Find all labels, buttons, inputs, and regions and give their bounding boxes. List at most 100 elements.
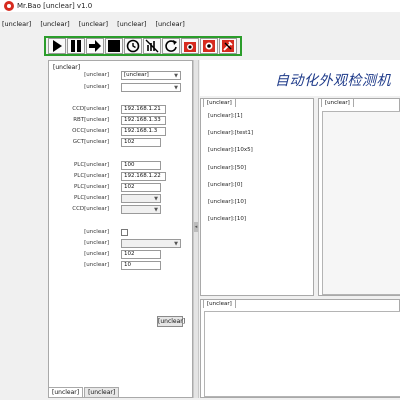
order-line: [unclear]:[1] [208,113,243,119]
record-icon [203,40,215,52]
menu-bar: [unclear] [unclear] [unclear] [unclear] … [0,18,400,29]
home-button[interactable] [124,38,142,54]
tab-settings[interactable]: [unclear] [48,387,84,398]
plc-port-row: PLC[unclear] 102 [49,183,194,192]
test-mode-row: [unclear] [49,228,194,237]
camera-icon [184,42,196,52]
server-address-select[interactable]: ▼ [121,239,181,248]
left-bottom-tabs: [unclear] [unclear] [48,387,120,398]
ccd-ip-field[interactable]: 192.168.1.21 [121,105,166,114]
clock-reset-icon [126,39,140,53]
apply-button[interactable]: [unclear] [157,316,185,327]
tab-status[interactable]: [unclear] [84,387,120,398]
plc-mode-row: PLC[unclear] ▼ [49,194,194,203]
timeout-label: [unclear] [84,262,109,268]
main-toolbar [44,36,242,56]
test-mode-checkbox[interactable] [121,229,128,236]
timeout-row: [unclear] 10 [49,261,194,270]
chevron-down-icon: ▼ [174,85,178,91]
gct-port-field[interactable]: 102 [121,138,161,147]
order-line: [unclear]:[10] [208,216,246,222]
ccd-vendor-select[interactable]: ▼ [121,205,161,214]
plc-ip-row: PLC[unclear] 192.168.1.22 [49,172,194,181]
order-info-tab[interactable]: [unclear] [203,98,236,107]
log-view [204,311,400,397]
state-image-view [322,111,400,295]
state-image-tab[interactable]: [unclear] [321,98,354,107]
plc-ip-field[interactable]: 192.168.1.22 [121,172,166,181]
timeout-field[interactable]: 10 [121,261,161,270]
menu-version[interactable]: [unclear] [155,20,184,28]
rbt-ip-row: RBT[unclear] 192.168.1.33 [49,116,194,125]
pause-icon [71,40,81,52]
station-value: [unclear] [124,72,149,78]
station-select[interactable]: [unclear] ▼ [121,71,181,80]
station-row: [unclear] [unclear] ▼ [49,71,194,80]
menu-data[interactable]: [unclear] [79,20,108,28]
project-select[interactable]: ▼ [121,83,181,92]
occ-ip-row: OCC[unclear] 192.168.1.3 [49,127,194,136]
test-mode-label: [unclear] [84,229,109,235]
occ-ip-label: OCC[unclear] [72,128,109,134]
state-image-panel: [unclear] [318,98,400,296]
order-line: [unclear]:[10x5] [208,147,253,153]
title-bar: Mr.Bao [unclear] v1.0 [0,0,400,12]
log-panel: [unclear] [200,299,400,398]
menu-info[interactable]: [unclear] [40,20,69,28]
ccd-vendor-label: CCD[unclear] [72,206,109,212]
step-button[interactable] [86,38,104,54]
server-address-row: [unclear] ▼ [49,239,194,248]
chevron-down-icon: ▼ [174,241,178,247]
project-row: [unclear] ▼ [49,83,194,92]
arrow-right-icon [89,40,101,52]
collapse-handle-icon[interactable]: ◂ [194,222,198,232]
camera-button[interactable] [181,38,199,54]
log-tab[interactable]: [unclear] [203,299,236,308]
server-port-row: [unclear] 102 [49,250,194,259]
order-line: [unclear]:[50] [208,165,246,171]
gct-port-label: GCT[unclear] [72,139,109,145]
stop-button[interactable] [105,38,123,54]
app-logo-icon [4,1,14,11]
params-panel: [unclear] [unclear] [unclear] ▼ [unclear… [48,60,193,398]
plc-mode-label: PLC[unclear] [73,195,109,201]
plc-mode-select[interactable]: ▼ [121,194,161,203]
plc-interval-row: PLC[unclear] 100 [49,161,194,170]
rbt-ip-label: RBT[unclear] [73,117,109,123]
order-info-panel: [unclear] [unclear]:[1] [unclear]:[test1… [200,98,314,296]
chevron-down-icon: ▼ [154,207,158,213]
plc-port-field[interactable]: 102 [121,183,161,192]
pause-button[interactable] [67,38,85,54]
stop-icon [108,40,120,52]
ccd-ip-label: CCD[unclear] [72,106,109,112]
plc-interval-label: PLC[unclear] [73,162,109,168]
reset-button[interactable] [143,38,161,54]
chevron-down-icon: ▼ [174,73,178,79]
ccd-ip-row: CCD[unclear] 192.168.1.21 [49,105,194,114]
plc-ip-label: PLC[unclear] [73,173,109,179]
rbt-ip-field[interactable]: 192.168.1.33 [121,116,166,125]
project-label: [unclear] [84,84,109,90]
occ-ip-field[interactable]: 192.168.1.3 [121,127,166,136]
start-button[interactable] [48,38,66,54]
play-icon [53,40,62,52]
window-title: Mr.Bao [unclear] v1.0 [17,2,93,10]
order-line: [unclear]:[test1] [208,130,254,136]
tools-button[interactable] [219,38,237,54]
order-line: [unclear]:[0] [208,182,243,188]
record-button[interactable] [200,38,218,54]
refresh-button[interactable] [162,38,180,54]
gct-port-row: GCT[unclear] 102 [49,138,194,147]
menu-language[interactable]: [unclear] [117,20,146,28]
chevron-down-icon: ▼ [154,196,158,202]
plc-interval-field[interactable]: 100 [121,161,161,170]
plc-port-label: PLC[unclear] [73,184,109,190]
station-label: [unclear] [84,72,109,78]
server-port-label: [unclear] [84,251,109,257]
menu-window[interactable]: [unclear] [2,20,31,28]
no-signal-icon [145,39,159,53]
banner-title: 自动化外观检测机 [275,73,391,89]
refresh-icon [165,40,177,52]
order-line: [unclear]:[10] [208,199,246,205]
server-port-field[interactable]: 102 [121,250,161,259]
